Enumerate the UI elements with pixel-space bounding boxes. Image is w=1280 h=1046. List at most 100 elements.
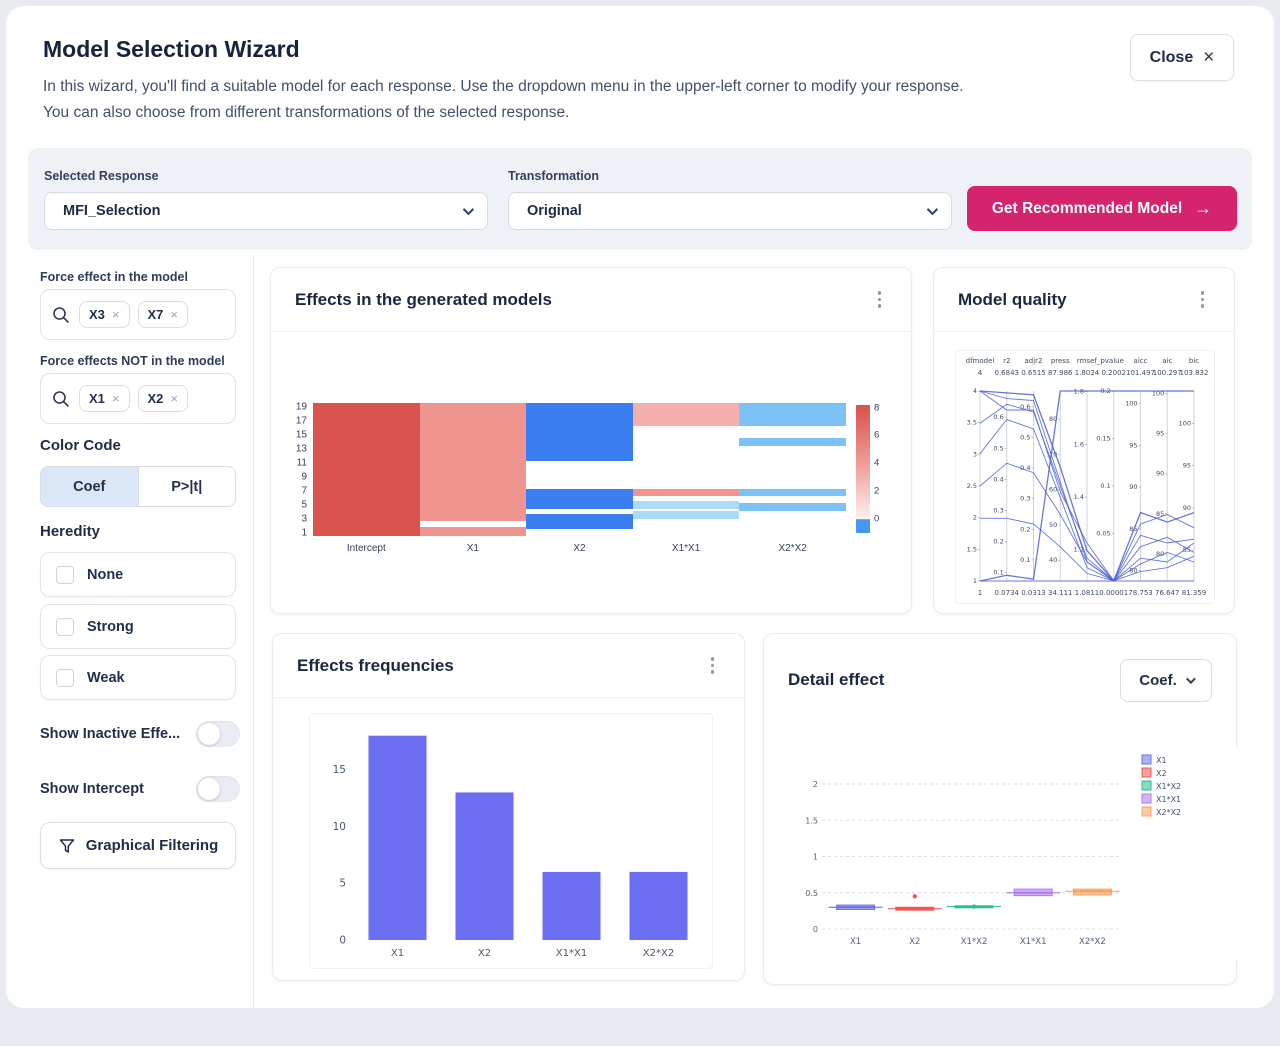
svg-text:40: 40 — [1049, 556, 1057, 564]
heredity-option-weak[interactable]: Weak — [40, 655, 236, 700]
force-in-chip-x3[interactable]: X3 × — [79, 301, 130, 328]
heatmap-cell-block — [420, 527, 527, 536]
selected-response-dropdown[interactable]: MFI_Selection — [44, 192, 488, 230]
force-in-chip-x7[interactable]: X7× — [138, 301, 189, 328]
force-out-chip-x2[interactable]: X2× — [138, 385, 189, 412]
color-code-option-coef[interactable]: Coef — [41, 467, 138, 506]
svg-text:0: 0 — [339, 935, 346, 947]
svg-text:adjr2: adjr2 — [1024, 357, 1042, 365]
svg-text:0.6: 0.6 — [993, 413, 1003, 421]
chevron-down-icon — [927, 204, 938, 215]
svg-text:X1*X1: X1*X1 — [1020, 937, 1047, 947]
svg-text:90: 90 — [1129, 483, 1137, 491]
get-recommended-model-button[interactable]: Get Recommended Model → — [967, 186, 1237, 231]
kebab-menu-icon[interactable] — [872, 286, 888, 313]
svg-text:1: 1 — [973, 577, 977, 585]
heredity-strong-label: Strong — [87, 619, 134, 635]
chip-label: X3 — [89, 307, 105, 322]
arrow-right-icon: → — [1194, 198, 1212, 219]
checkbox-icon[interactable] — [56, 566, 74, 584]
svg-text:2.5: 2.5 — [967, 482, 977, 490]
selected-response-label: Selected Response — [44, 169, 159, 183]
heatmap-y-tick: 13 — [277, 443, 307, 454]
force-in-input[interactable]: X3 × X7× — [40, 289, 236, 340]
remove-chip-icon[interactable]: × — [170, 307, 178, 322]
selected-response-value: MFI_Selection — [63, 203, 161, 219]
svg-text:X1*X2: X1*X2 — [1156, 782, 1181, 791]
graphical-filtering-button[interactable]: Graphical Filtering — [40, 822, 236, 869]
heatmap-y-tick: 11 — [277, 457, 307, 468]
svg-text:78.753: 78.753 — [1128, 589, 1153, 597]
svg-text:1.8024: 1.8024 — [1075, 369, 1100, 377]
close-button[interactable]: Close × — [1130, 34, 1234, 81]
detail-effect-chart[interactable]: 00.511.52X1X2X1*X2X1*X1X2*X2X1X2X1*X2X1*… — [790, 746, 1238, 960]
detail-effect-metric-dropdown[interactable]: Coef. — [1120, 659, 1212, 702]
svg-text:bic: bic — [1189, 357, 1199, 365]
kebab-menu-icon[interactable] — [1195, 286, 1211, 313]
show-intercept-label: Show Intercept — [40, 781, 144, 797]
svg-text:5: 5 — [339, 878, 346, 890]
model-quality-panel: Model quality 43.532.521.510.60.50.40.30… — [933, 267, 1235, 614]
svg-text:0.2: 0.2 — [993, 538, 1003, 546]
svg-text:X2: X2 — [478, 948, 491, 959]
svg-text:0.5: 0.5 — [993, 444, 1003, 452]
detail-effect-panel: Detail effect Coef. 00.511.52X1X2X1*X2X1… — [763, 633, 1237, 985]
detail-effect-metric-value: Coef. — [1139, 672, 1177, 689]
show-intercept-toggle[interactable] — [196, 776, 240, 802]
color-code-option-pt[interactable]: P>|t| — [138, 467, 236, 506]
svg-text:X1: X1 — [391, 948, 404, 959]
svg-text:0.5: 0.5 — [1020, 433, 1030, 441]
svg-text:50: 50 — [1049, 521, 1057, 529]
svg-text:rmsef_pvalue: rmsef_pvalue — [1077, 357, 1124, 365]
remove-chip-icon[interactable]: × — [170, 391, 178, 406]
remove-chip-icon[interactable]: × — [112, 391, 120, 406]
heatmap-y-tick: 3 — [277, 513, 307, 524]
heatmap-y-tick: 19 — [277, 401, 307, 412]
effects-models-heatmap[interactable]: 191715131197531InterceptX1X2X1*X1X2*X286… — [271, 403, 911, 573]
transformation-dropdown[interactable]: Original — [508, 192, 952, 230]
search-icon — [51, 389, 71, 409]
heatmap-cell-block — [739, 403, 846, 426]
heatmap-y-tick: 17 — [277, 415, 307, 426]
svg-text:0: 0 — [813, 925, 818, 934]
heredity-option-none[interactable]: None — [40, 552, 236, 597]
effects-frequencies-chart[interactable]: 051015X1X2X1*X1X2*X2 — [309, 713, 713, 969]
heatmap-cell-block — [633, 489, 740, 496]
heatmap-cell-block — [526, 403, 633, 461]
svg-text:34.111: 34.111 — [1048, 589, 1073, 597]
svg-text:100.297: 100.297 — [1153, 369, 1182, 377]
heatmap-x-tick: X1 — [428, 543, 518, 554]
checkbox-icon[interactable] — [56, 669, 74, 687]
show-intercept-row: Show Intercept — [40, 776, 240, 802]
remove-chip-icon[interactable]: × — [112, 307, 120, 322]
svg-text:90: 90 — [1156, 470, 1164, 478]
heatmap-x-tick: X2 — [535, 543, 625, 554]
svg-text:0.1: 0.1 — [1020, 556, 1030, 564]
model-quality-chart[interactable]: 43.532.521.510.60.50.40.30.20.10.60.50.4… — [955, 350, 1215, 604]
heredity-option-strong[interactable]: Strong — [40, 604, 236, 649]
svg-text:0.15: 0.15 — [1096, 435, 1110, 443]
get-recommended-model-label: Get Recommended Model — [992, 200, 1182, 218]
show-inactive-effects-label: Show Inactive Effe... — [40, 726, 180, 742]
kebab-menu-icon[interactable] — [705, 652, 721, 679]
svg-text:3: 3 — [973, 450, 977, 458]
svg-text:X2*X2: X2*X2 — [1079, 937, 1106, 947]
force-out-chip-x1[interactable]: X1× — [79, 385, 130, 412]
chevron-down-icon — [463, 204, 474, 215]
heatmap-y-tick: 1 — [277, 527, 307, 538]
close-button-label: Close — [1150, 49, 1194, 67]
checkbox-icon[interactable] — [56, 618, 74, 636]
heredity-weak-label: Weak — [87, 670, 125, 686]
svg-text:X2*X2: X2*X2 — [643, 948, 674, 959]
svg-text:10: 10 — [333, 821, 346, 833]
svg-text:press: press — [1051, 357, 1070, 365]
svg-text:0.0734: 0.0734 — [995, 589, 1020, 597]
svg-text:0.6515: 0.6515 — [1021, 369, 1046, 377]
colorbar-tick: 0 — [874, 513, 879, 524]
svg-text:X1*X2: X1*X2 — [961, 937, 988, 947]
svg-text:4: 4 — [978, 369, 983, 377]
effects-frequencies-title: Effects frequencies — [297, 656, 454, 676]
force-out-input[interactable]: X1× X2× — [40, 373, 236, 424]
colorbar-tick: 2 — [874, 486, 879, 497]
show-inactive-effects-toggle[interactable] — [196, 721, 240, 747]
